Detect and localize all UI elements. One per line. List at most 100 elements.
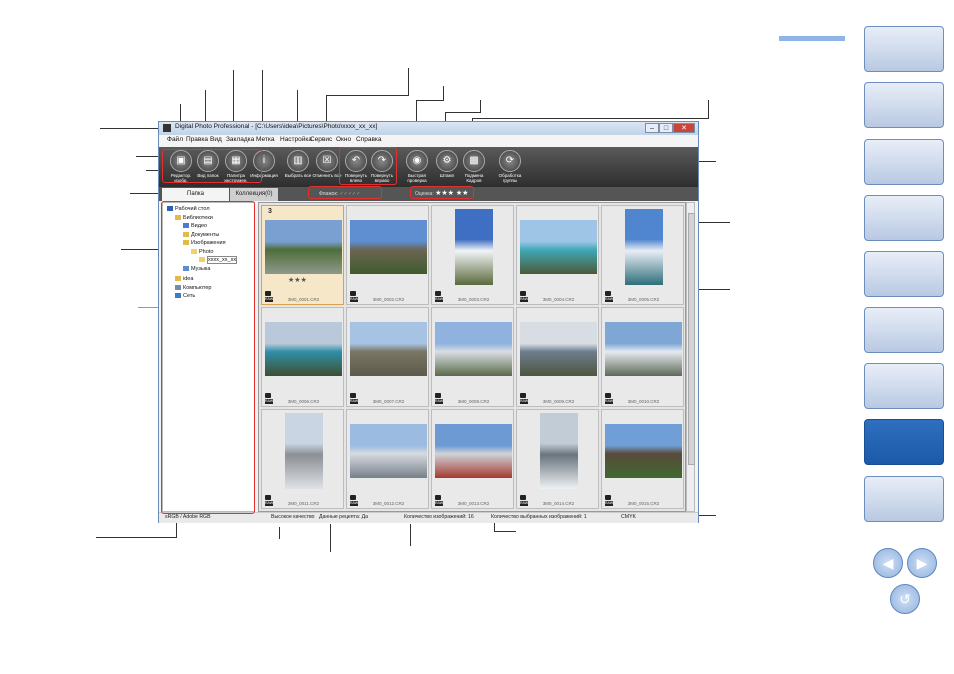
- thumbnail-image[interactable]: [350, 424, 427, 478]
- nav-tab-7[interactable]: [864, 363, 944, 409]
- menu-item-6[interactable]: Настройка: [280, 136, 312, 143]
- thumbnail-image[interactable]: [455, 209, 493, 285]
- thumbnail-cell[interactable]: RAW 3M0_0010.CR2: [601, 307, 684, 407]
- thumbnail-image[interactable]: [265, 220, 342, 274]
- window-title: Digital Photo Professional - [C:\Users\i…: [175, 123, 378, 130]
- thumbnail-image[interactable]: [435, 322, 512, 376]
- camera-icon: [435, 393, 441, 398]
- camera-icon: [265, 495, 271, 500]
- camera-icon: [605, 291, 611, 296]
- minimize-button[interactable]: –: [645, 123, 659, 133]
- highlight-flag-filter: [308, 186, 382, 199]
- toolbar-button-12[interactable]: ⟳: [499, 150, 521, 172]
- menu-item-3[interactable]: Вид: [210, 136, 222, 143]
- thumbnail-cell[interactable]: RAW 3M0_0011.CR2: [261, 409, 344, 509]
- nav-tab-8-active[interactable]: [864, 419, 944, 465]
- nav-tab-4[interactable]: [864, 195, 944, 241]
- thumbnail-cell[interactable]: RAW 3M0_0012.CR2: [346, 409, 429, 509]
- thumbnail-image[interactable]: [605, 322, 682, 376]
- maximize-button[interactable]: □: [659, 123, 673, 133]
- camera-icon: [435, 495, 441, 500]
- scrollbar-thumb[interactable]: [688, 213, 695, 465]
- thumbnail-cell[interactable]: RAW 3M0_0006.CR2: [261, 307, 344, 407]
- nav-tab-5[interactable]: [864, 251, 944, 297]
- nav-tab-1[interactable]: [864, 26, 944, 72]
- menu-item-7[interactable]: Сервис: [310, 136, 332, 143]
- app-icon: [163, 124, 171, 132]
- thumbnail-cell[interactable]: RAW 3M0_0014.CR2: [516, 409, 599, 509]
- menu-item-9[interactable]: Справка: [356, 136, 382, 143]
- grid-scrollbar[interactable]: [686, 202, 695, 512]
- thumbnail-image[interactable]: [265, 322, 342, 376]
- thumbnail-filename: 3M0_0006.CR2: [287, 399, 320, 404]
- thumbnail-image[interactable]: [605, 424, 682, 478]
- thumbnail-filename: 3M0_0012.CR2: [372, 501, 405, 506]
- thumbnail-cell[interactable]: RAW 3M0_0005.CR2: [601, 205, 684, 305]
- toolbar-button-9[interactable]: ◉: [406, 150, 428, 172]
- title-bar[interactable]: Digital Photo Professional - [C:\Users\i…: [159, 122, 698, 135]
- thumbnail-cell[interactable]: RAW 3M0_0002.CR2: [346, 205, 429, 305]
- thumbnail-image[interactable]: [285, 413, 323, 489]
- thumbnail-filename: 3M0_0011.CR2: [287, 501, 320, 506]
- menu-item-2[interactable]: Правка: [186, 136, 208, 143]
- menu-item-1[interactable]: Файл: [167, 136, 183, 143]
- toolbar-button-10[interactable]: ⚙: [436, 150, 458, 172]
- page-accent-bar: [779, 36, 845, 41]
- camera-icon: [350, 393, 356, 398]
- thumbnail-image[interactable]: [520, 322, 597, 376]
- thumbnail-filename: 3M0_0003.CR2: [457, 297, 490, 302]
- thumbnail-filename: 3M0_0014.CR2: [542, 501, 575, 506]
- thumbnail-cell[interactable]: RAW 3M0_0009.CR2: [516, 307, 599, 407]
- thumbnail-cell[interactable]: 3 ★★★ RAW 3M0_0001.CR2: [261, 205, 344, 305]
- thumbnail-grid: 3 ★★★ RAW 3M0_0001.CR2 RAW 3M0_0002.CR2 RAW 3M0…: [258, 202, 686, 512]
- tab-folder[interactable]: Папка: [162, 188, 229, 201]
- prev-page-button[interactable]: ◀: [873, 548, 903, 578]
- toolbar-button-5[interactable]: ▥: [287, 150, 309, 172]
- menu-item-8[interactable]: Окно: [336, 136, 351, 143]
- thumbnail-filename: 3M0_0010.CR2: [627, 399, 660, 404]
- nav-tab-9[interactable]: [864, 476, 944, 522]
- status-image-count: Количество изображений: 16: [404, 514, 474, 520]
- thumbnail-image[interactable]: [350, 322, 427, 376]
- next-page-button[interactable]: ▶: [907, 548, 937, 578]
- nav-tab-2[interactable]: [864, 82, 944, 128]
- thumbnail-filename: 3M0_0009.CR2: [542, 399, 575, 404]
- highlight-rating-filter: [410, 186, 474, 199]
- camera-icon: [350, 495, 356, 500]
- thumbnail-filename: 3M0_0007.CR2: [372, 399, 405, 404]
- toolbar-label-12: Обработка группы: [498, 173, 522, 183]
- camera-icon: [605, 393, 611, 398]
- toolbar-label-11: Подмена Кадров: [464, 173, 484, 183]
- thumbnail-filename: 3M0_0001.CR2: [287, 297, 320, 302]
- menu-item-4[interactable]: Закладка: [226, 136, 254, 143]
- toolbar-button-11[interactable]: ▩: [463, 150, 485, 172]
- thumbnail-cell[interactable]: RAW 3M0_0007.CR2: [346, 307, 429, 407]
- menu-item-5[interactable]: Метка: [256, 136, 274, 143]
- thumbnail-cell[interactable]: RAW 3M0_0015.CR2: [601, 409, 684, 509]
- quick-check-icon: ◉: [412, 155, 422, 166]
- status-quality: Высокое качество: [271, 514, 315, 520]
- camera-icon: [435, 291, 441, 296]
- thumbnail-image[interactable]: [350, 220, 427, 274]
- thumbnail-cell[interactable]: RAW 3M0_0004.CR2: [516, 205, 599, 305]
- trim-icon: ▩: [469, 155, 479, 166]
- thumbnail-image[interactable]: [540, 413, 578, 489]
- batch-icon: ⟳: [505, 155, 515, 166]
- thumbnail-filename: 3M0_0002.CR2: [372, 297, 405, 302]
- nav-tab-6[interactable]: [864, 307, 944, 353]
- thumbnail-cell[interactable]: RAW 3M0_0003.CR2: [431, 205, 514, 305]
- thumbnail-cell[interactable]: RAW 3M0_0008.CR2: [431, 307, 514, 407]
- nav-tab-3[interactable]: [864, 139, 944, 185]
- thumbnail-image[interactable]: [520, 220, 597, 274]
- tab-collection[interactable]: Коллекция(0): [230, 188, 278, 201]
- camera-icon: [605, 495, 611, 500]
- select-all-icon: ▥: [293, 155, 303, 166]
- back-button[interactable]: ↺: [890, 584, 920, 614]
- stamp-icon: ⚙: [442, 155, 452, 166]
- close-button[interactable]: ✕: [673, 123, 695, 133]
- thumbnail-cell[interactable]: RAW 3M0_0013.CR2: [431, 409, 514, 509]
- toolbar-button-6[interactable]: ☒: [316, 150, 338, 172]
- highlight-folder-tree: [161, 201, 255, 514]
- thumbnail-image[interactable]: [435, 424, 512, 478]
- thumbnail-image[interactable]: [625, 209, 663, 285]
